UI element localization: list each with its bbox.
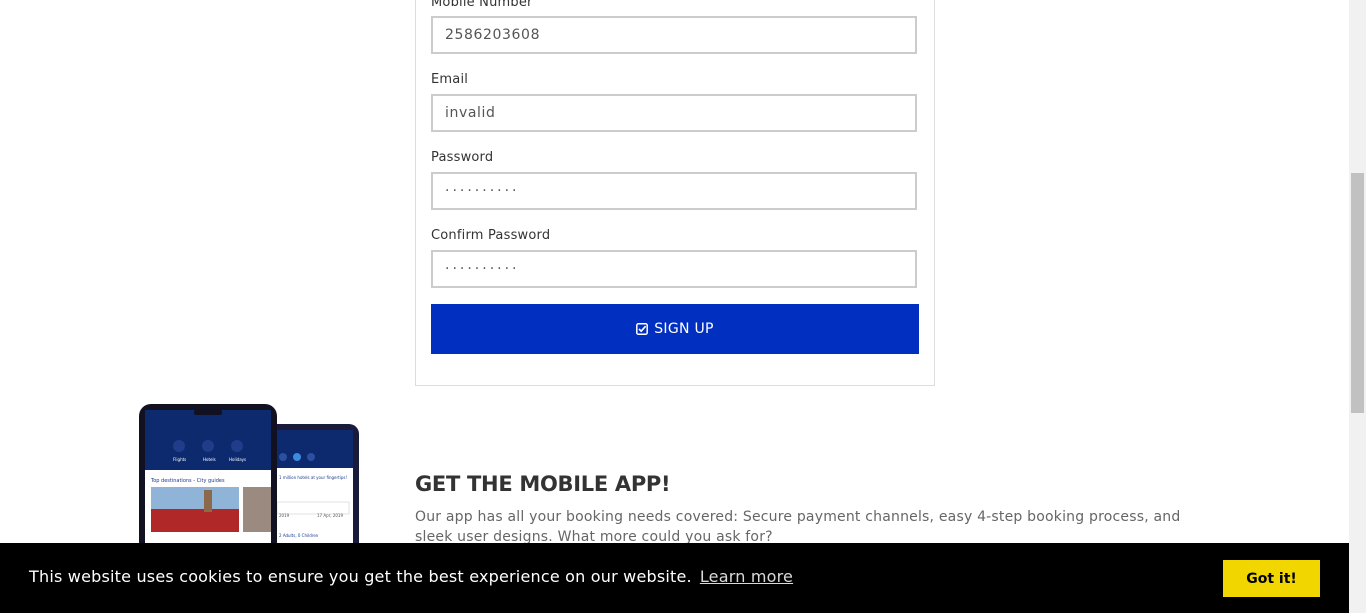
mobile-app-phones-image: 1 million hotels at your fingertips! 201…: [139, 404, 359, 554]
mobile-app-title: GET THE MOBILE APP!: [415, 472, 671, 496]
mobile-app-description: Our app has all your booking needs cover…: [415, 509, 1181, 545]
mobile-number-label: Mobile Number: [431, 0, 533, 10]
email-label: Email: [431, 72, 469, 87]
phone-guests-text: 2 Adults, 0 Children: [279, 533, 319, 538]
phone-tab-holidays: Holidays: [229, 457, 246, 462]
learn-more-link[interactable]: Learn more: [700, 567, 793, 586]
check-square-icon: [636, 323, 649, 335]
phone-snippet-text: 1 million hotels at your fingertips!: [279, 475, 347, 480]
mobile-number-input[interactable]: [431, 16, 917, 54]
phone-tab-hotels: Hotels: [203, 457, 216, 462]
phone-tab-flights: Flights: [173, 457, 186, 462]
confirm-password-input[interactable]: [431, 250, 917, 288]
page-viewport: Mobile Number Email Password Confirm Pas…: [0, 0, 1349, 613]
phone-heading-text: Top destinations - City guides: [150, 478, 225, 484]
cookie-message-container: This website uses cookies to ensure you …: [29, 567, 793, 586]
sign-up-label: SIGN UP: [654, 321, 714, 337]
phone-date-1-text: 2019: [279, 513, 290, 518]
phone-date-2-text: 17 Apr, 2019: [317, 513, 343, 518]
cookie-message: This website uses cookies to ensure you …: [29, 567, 692, 586]
email-input[interactable]: [431, 94, 917, 132]
cookie-accept-button[interactable]: Got it!: [1223, 560, 1320, 597]
vertical-scrollbar[interactable]: [1349, 0, 1366, 613]
sign-up-button[interactable]: SIGN UP: [431, 304, 919, 354]
signup-form-card: Mobile Number Email Password Confirm Pas…: [415, 0, 935, 386]
scrollbar-thumb[interactable]: [1351, 173, 1364, 413]
confirm-password-label: Confirm Password: [431, 228, 551, 243]
password-input[interactable]: [431, 172, 917, 210]
cookie-banner: This website uses cookies to ensure you …: [0, 543, 1349, 613]
password-label: Password: [431, 150, 494, 165]
